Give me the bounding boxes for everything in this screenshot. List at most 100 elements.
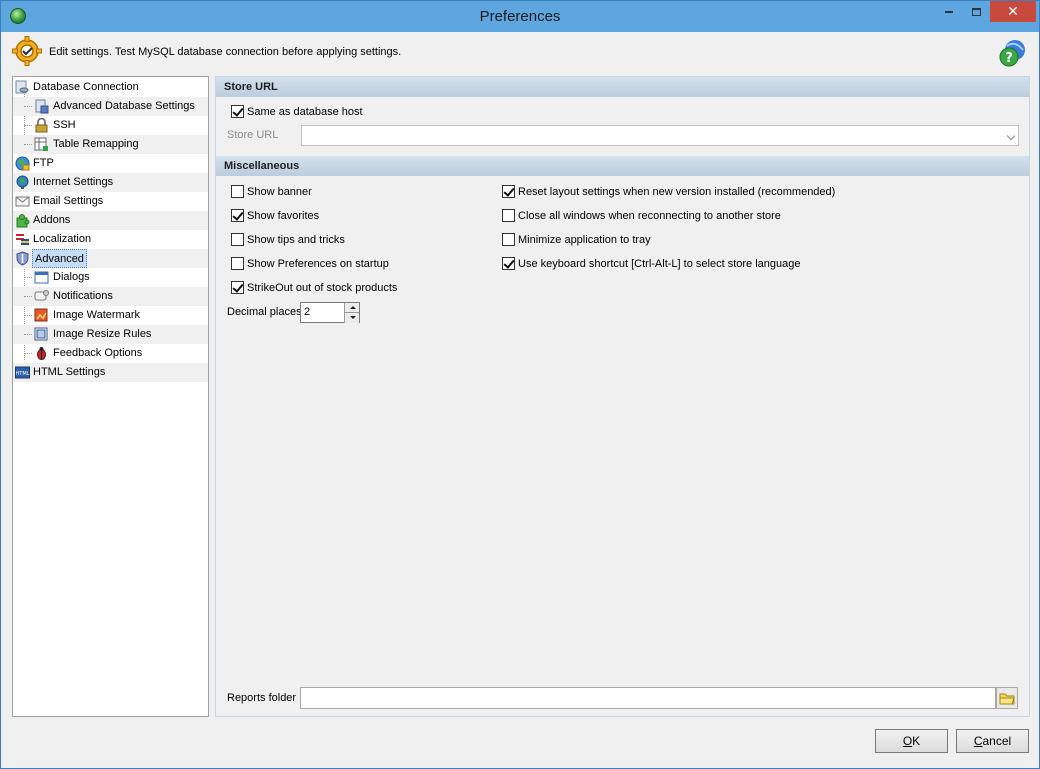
tree-connector bbox=[24, 315, 32, 316]
ok-label: K bbox=[912, 734, 921, 748]
store-url-label: Store URL bbox=[227, 129, 279, 141]
decimal-places-value[interactable]: 2 bbox=[304, 306, 310, 318]
tree-connector bbox=[24, 106, 32, 107]
tree-item-localization[interactable]: Localization bbox=[13, 230, 208, 249]
tree-connector bbox=[24, 144, 32, 145]
tree-item-label: Table Remapping bbox=[53, 138, 139, 150]
image-resize-icon bbox=[34, 327, 48, 341]
tree-item-database-connection[interactable]: Database Connection bbox=[13, 78, 208, 97]
folder-icon bbox=[999, 693, 1015, 705]
tree-item-advanced[interactable]: Advanced bbox=[13, 249, 208, 268]
info-text: Edit settings. Test MySQL database conne… bbox=[49, 46, 402, 58]
tree-item-label: Advanced Database Settings bbox=[53, 100, 195, 112]
tree-item-label: Notifications bbox=[53, 290, 113, 302]
tree-item-feedback-options[interactable]: Feedback Options bbox=[13, 344, 208, 363]
settings-panel: Store URL Same as database host Store UR… bbox=[215, 76, 1030, 717]
info-bar: Edit settings. Test MySQL database conne… bbox=[9, 34, 1033, 71]
internet-globe-icon bbox=[16, 175, 29, 189]
tree-item-html-settings[interactable]: HTML HTML Settings bbox=[13, 363, 208, 382]
tree-item-label: Image Resize Rules bbox=[53, 328, 152, 340]
checkbox-box[interactable] bbox=[231, 233, 244, 246]
tree-item-label: SSH bbox=[53, 119, 76, 131]
cancel-label: ancel bbox=[982, 734, 1012, 748]
checkbox-label: Use keyboard shortcut [Ctrl-Alt-L] to se… bbox=[518, 258, 801, 270]
checkbox-box[interactable] bbox=[231, 281, 244, 294]
settings-gear-icon bbox=[12, 36, 42, 66]
tree-item-label: Localization bbox=[33, 233, 92, 245]
checkbox-label: Same as database host bbox=[247, 106, 363, 118]
tree-item-internet-settings[interactable]: Internet Settings bbox=[13, 173, 208, 192]
tree-item-addons[interactable]: Addons bbox=[13, 211, 208, 230]
reports-folder-input[interactable] bbox=[300, 687, 996, 709]
checkbox-box[interactable] bbox=[231, 105, 244, 118]
title-bar: Preferences ✕ bbox=[1, 1, 1039, 32]
html-icon: HTML bbox=[15, 366, 30, 379]
ok-button[interactable]: OK bbox=[875, 729, 948, 753]
dialog-window-icon bbox=[34, 271, 49, 284]
tree-item-notifications[interactable]: Notifications bbox=[13, 287, 208, 306]
envelope-icon bbox=[15, 196, 30, 207]
checkbox-label: Show Preferences on startup bbox=[247, 258, 389, 270]
tree-item-label: Feedback Options bbox=[53, 347, 143, 359]
advanced-database-icon bbox=[35, 99, 49, 114]
checkbox-label: Show tips and tricks bbox=[247, 234, 345, 246]
tree-item-table-remapping[interactable]: Table Remapping bbox=[13, 135, 208, 154]
tree-item-image-resize-rules[interactable]: Image Resize Rules bbox=[13, 325, 208, 344]
store-url-combo[interactable] bbox=[301, 125, 1019, 146]
tree-item-ssh[interactable]: SSH bbox=[13, 116, 208, 135]
checkbox-box[interactable] bbox=[502, 257, 515, 270]
checkbox-label: Close all windows when reconnecting to a… bbox=[518, 210, 781, 222]
checkbox-box[interactable] bbox=[502, 233, 515, 246]
tree-item-label: Email Settings bbox=[33, 195, 104, 207]
checkbox-label: Minimize application to tray bbox=[518, 234, 651, 246]
minimize-icon bbox=[945, 10, 953, 13]
checkbox-box[interactable] bbox=[231, 185, 244, 198]
tree-item-email-settings[interactable]: Email Settings bbox=[13, 192, 208, 211]
database-connection-icon bbox=[15, 80, 29, 94]
image-watermark-icon bbox=[34, 308, 48, 322]
tree-item-label: Image Watermark bbox=[53, 309, 141, 321]
close-button[interactable]: ✕ bbox=[990, 1, 1036, 22]
tree-item-label: Addons bbox=[33, 214, 71, 226]
tree-item-ftp[interactable]: FTP bbox=[13, 154, 208, 173]
checkbox-box[interactable] bbox=[231, 209, 244, 222]
tree-item-label: Internet Settings bbox=[33, 176, 114, 188]
preferences-window: Preferences ✕ Edit settings. Test MySQL … bbox=[0, 0, 1040, 769]
tree-connector bbox=[24, 334, 32, 335]
tree-item-image-watermark[interactable]: Image Watermark bbox=[13, 306, 208, 325]
stepper-down-icon[interactable] bbox=[344, 313, 359, 323]
settings-tree[interactable]: Database Connection Advanced Database Se… bbox=[12, 76, 209, 717]
checkbox-label: Reset layout settings when new version i… bbox=[518, 186, 836, 198]
tree-item-dialogs[interactable]: Dialogs bbox=[13, 268, 208, 287]
decimal-places-stepper[interactable]: 2 bbox=[300, 302, 360, 323]
tree-item-advanced-database-settings[interactable]: Advanced Database Settings bbox=[13, 97, 208, 116]
shield-icon bbox=[16, 251, 29, 266]
notification-icon bbox=[34, 290, 49, 301]
maximize-button[interactable] bbox=[963, 1, 989, 22]
tree-connector bbox=[24, 277, 32, 278]
ok-mnemonic: O bbox=[902, 734, 913, 748]
chevron-down-icon[interactable] bbox=[1006, 131, 1016, 141]
flags-icon bbox=[16, 234, 29, 245]
table-remap-icon bbox=[34, 137, 48, 151]
tree-item-label: Database Connection bbox=[33, 81, 139, 93]
checkbox-label: Show favorites bbox=[247, 210, 320, 222]
checkbox-label: Show banner bbox=[247, 186, 312, 198]
bug-icon bbox=[37, 347, 46, 360]
tree-item-label: HTML Settings bbox=[33, 366, 106, 378]
checkbox-box[interactable] bbox=[502, 185, 515, 198]
help-icon[interactable]: ? bbox=[997, 38, 1027, 68]
svg-text:?: ? bbox=[1005, 51, 1013, 66]
checkbox-box[interactable] bbox=[231, 257, 244, 270]
maximize-icon bbox=[971, 7, 981, 16]
stepper-up-icon[interactable] bbox=[344, 303, 359, 313]
tree-connector bbox=[24, 125, 32, 126]
reports-folder-label: Reports folder bbox=[227, 692, 297, 704]
minimize-button[interactable] bbox=[936, 1, 962, 22]
svg-text:HTML: HTML bbox=[16, 371, 30, 377]
tree-connector bbox=[24, 296, 32, 297]
browse-folder-button[interactable] bbox=[996, 687, 1018, 709]
checkbox-box[interactable] bbox=[502, 209, 515, 222]
store-url-header: Store URL bbox=[216, 77, 1029, 97]
cancel-button[interactable]: Cancel bbox=[956, 729, 1029, 753]
